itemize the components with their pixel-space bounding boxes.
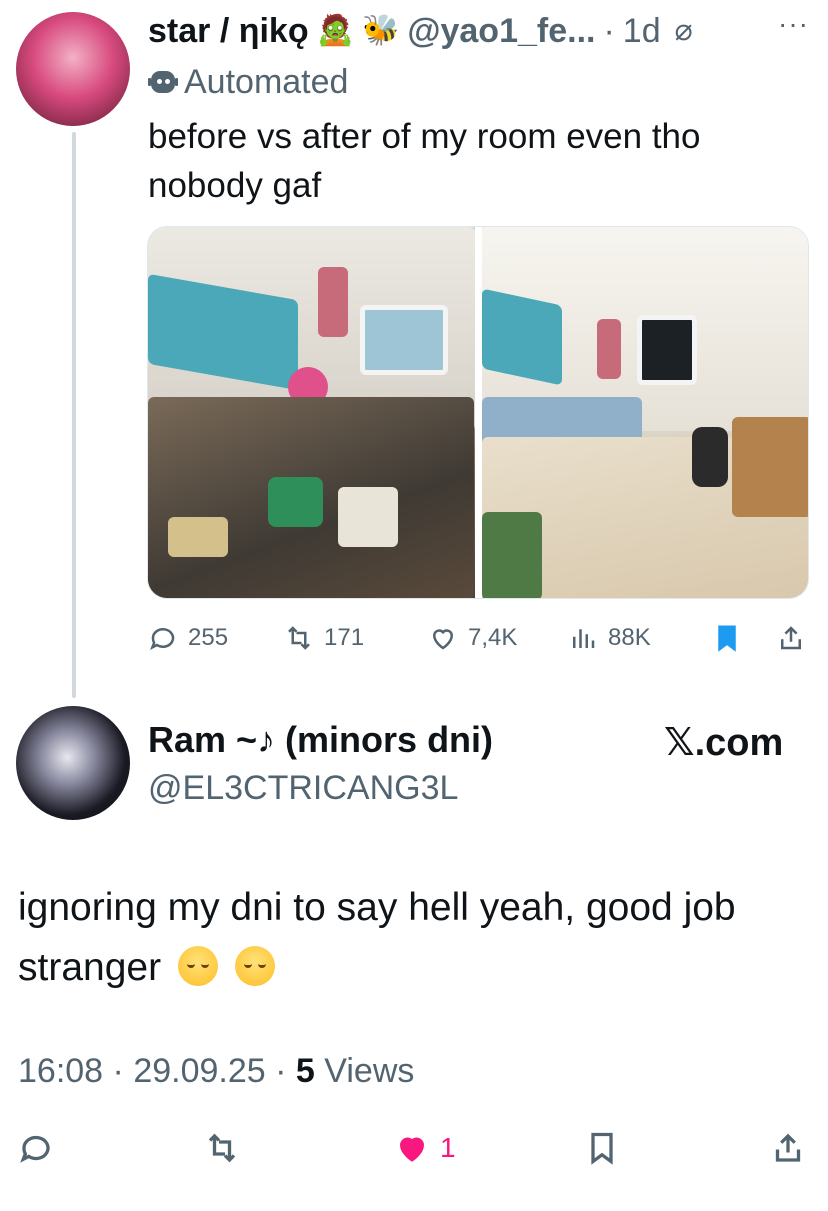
- reply-avatar[interactable]: [16, 706, 130, 820]
- repost-count: 171: [324, 624, 365, 651]
- reply-views-label: Views: [324, 1052, 415, 1090]
- repost-icon: [288, 626, 310, 650]
- share-icon: [775, 1133, 801, 1162]
- slash-icon: ⌀: [674, 14, 693, 47]
- separator: ·: [112, 1052, 124, 1090]
- display-name[interactable]: star / ηikǫ: [148, 8, 309, 54]
- reply-text: ignoring my dni to say hell yeah, good j…: [18, 878, 818, 998]
- like-button[interactable]: 7,4K: [428, 616, 517, 660]
- views-icon: [573, 629, 595, 648]
- tweet-actions: 255 171 7,4K 88K: [148, 616, 810, 660]
- timestamp[interactable]: 1d: [623, 8, 661, 54]
- repost-icon: [208, 1133, 236, 1163]
- reply-text-body: ignoring my dni to say hell yeah, good j…: [18, 886, 736, 989]
- like-icon: [432, 629, 454, 650]
- avatar[interactable]: [16, 12, 130, 126]
- tweet-text: before vs after of my room even tho nobo…: [148, 117, 701, 205]
- share-button[interactable]: [770, 1126, 806, 1170]
- zombie-emoji: 🧟: [316, 14, 354, 47]
- share-button[interactable]: [776, 616, 806, 660]
- photo-before[interactable]: [148, 227, 475, 598]
- automated-text: Automated: [184, 63, 349, 101]
- reply-icon: [150, 628, 175, 650]
- reply-icon: [20, 1135, 50, 1163]
- x-com-source: 𝕏.com: [664, 722, 784, 764]
- bookmark-icon: [591, 1132, 613, 1165]
- bookmark-button[interactable]: [584, 1126, 620, 1170]
- bookmark-icon: [718, 625, 736, 652]
- automated-label: Automated: [148, 60, 348, 104]
- reply-actions: 1: [18, 1126, 810, 1172]
- media-grid[interactable]: [147, 226, 809, 599]
- separator: ·: [603, 12, 615, 50]
- relieved-emoji: [234, 946, 275, 986]
- reply-button[interactable]: 255: [148, 616, 228, 660]
- bee-emoji: 🐝: [361, 14, 400, 47]
- reply-count: 255: [188, 624, 229, 651]
- tweet-header: star / ηikǫ 🧟 🐝 @yao1_fe... · 1d ⌀: [148, 8, 693, 54]
- separator: ·: [275, 1052, 287, 1090]
- more-icon[interactable]: ···: [778, 8, 809, 40]
- relieved-emoji: [177, 946, 218, 986]
- handle[interactable]: @yao1_fe...: [407, 8, 595, 54]
- reply-handle[interactable]: @EL3CTRICANG3L: [148, 765, 458, 811]
- reply-meta: 16:08 · 29.09.25 · 5 Views: [18, 1048, 414, 1094]
- reply-time[interactable]: 16:08: [18, 1052, 103, 1090]
- views-button[interactable]: 88K: [568, 616, 651, 660]
- robot-icon: [148, 69, 178, 95]
- reply-button[interactable]: [18, 1126, 54, 1170]
- views-count: 88K: [608, 624, 651, 651]
- like-count: 7,4K: [468, 624, 518, 651]
- photo-after[interactable]: [481, 227, 808, 598]
- share-icon: [781, 626, 801, 650]
- bookmark-button[interactable]: [712, 616, 742, 660]
- like-icon: [399, 1137, 425, 1162]
- reply-date[interactable]: 29.09.25: [133, 1052, 265, 1090]
- reply-views-count: 5: [295, 1052, 315, 1090]
- repost-button[interactable]: [204, 1126, 240, 1170]
- reply-display-name[interactable]: Ram ~♪ (minors dni): [148, 717, 493, 763]
- like-button[interactable]: 1: [394, 1126, 456, 1170]
- repost-button[interactable]: 171: [284, 616, 364, 660]
- like-count: 1: [440, 1132, 456, 1163]
- thread-connector-line: [72, 132, 76, 698]
